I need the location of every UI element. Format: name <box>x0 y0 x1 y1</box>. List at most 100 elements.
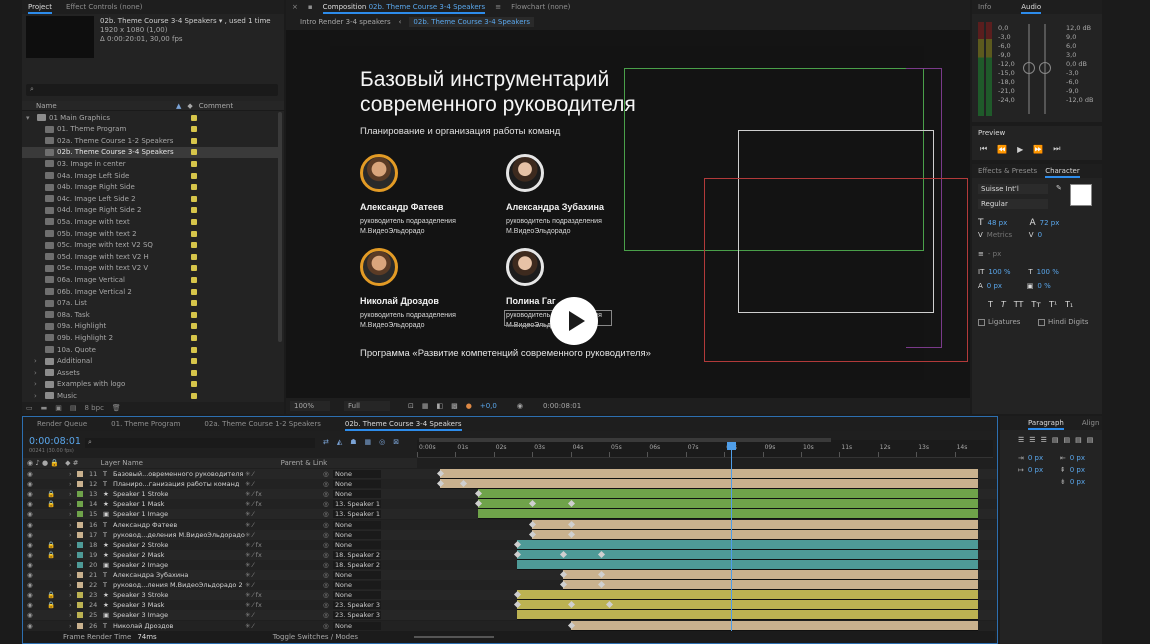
hindi-digits-option[interactable]: Hindi Digits <box>1038 318 1088 326</box>
layer-row[interactable]: ◉ 🔒 › 14 ★ Speaker 1 Mask ✳ ⁄ fx ◎ 13. Speaker 1 <box>23 499 997 510</box>
expand-arrow-icon[interactable]: › <box>69 611 77 619</box>
label-color-swatch[interactable] <box>77 572 83 578</box>
project-item[interactable]: 05a. Image with text <box>22 216 280 227</box>
label-color-swatch[interactable] <box>191 346 197 353</box>
layer-row[interactable]: ◉ 🔒 › 13 ★ Speaker 1 Stroke ✳ ⁄ fx ◎ None <box>23 489 997 500</box>
label-color-swatch[interactable] <box>77 491 83 498</box>
parent-select[interactable]: None <box>333 480 381 489</box>
label-color-swatch[interactable] <box>191 149 197 156</box>
parent-select[interactable]: None <box>333 571 381 579</box>
stroke-width-value[interactable]: - px <box>988 250 1001 258</box>
layer-row[interactable]: ◉ 🔒 › 23 ★ Speaker 3 Stroke ✳ ⁄ fx ◎ None <box>23 590 997 601</box>
volume-slider-right[interactable] <box>1039 24 1051 114</box>
layer-duration-bar[interactable] <box>478 509 978 520</box>
label-color-swatch[interactable] <box>191 160 197 167</box>
font-family-select[interactable]: Suisse Int'l <box>978 184 1048 194</box>
shy-icon[interactable]: ☗ <box>350 438 356 446</box>
project-item[interactable]: 04a. Image Left Side <box>22 170 280 181</box>
eyedropper-icon[interactable]: ✎ <box>1056 184 1062 192</box>
pickwhip-icon[interactable]: ◎ <box>323 490 333 498</box>
project-item[interactable]: 04d. Image Right Side 2 <box>22 205 280 216</box>
label-color-swatch[interactable] <box>191 207 197 214</box>
parent-select[interactable]: 23. Speaker 3 <box>333 611 381 620</box>
first-line-indent-value[interactable]: 0 px <box>1028 466 1056 474</box>
project-item[interactable]: ▾ 01 Main Graphics <box>22 112 280 123</box>
tab-theme-course-1-2[interactable]: 02a. Theme Course 1-2 Speakers <box>204 417 320 431</box>
label-color-swatch[interactable] <box>77 531 83 538</box>
visibility-eye-icon[interactable]: ◉ <box>27 591 37 599</box>
grid-icon[interactable]: ▦ <box>422 402 429 410</box>
lock-icon[interactable]: 🔒 <box>47 591 61 599</box>
pickwhip-icon[interactable]: ◎ <box>323 551 333 559</box>
layer-duration-bar[interactable] <box>478 489 978 500</box>
project-item[interactable]: 06b. Image Vertical 2 <box>22 286 280 297</box>
parent-select[interactable]: None <box>333 621 381 630</box>
project-item[interactable]: 09a. Highlight <box>22 321 280 332</box>
col-parent[interactable]: Parent & Link <box>281 459 328 467</box>
lock-icon[interactable]: 🔒 <box>47 490 61 498</box>
next-frame-icon[interactable]: ⏩ <box>1033 145 1043 154</box>
justify-left-icon[interactable]: ▤ <box>1052 436 1059 444</box>
frame-blend-icon[interactable]: ▦ <box>365 438 372 446</box>
label-color-swatch[interactable] <box>191 126 197 133</box>
visibility-eye-icon[interactable]: ◉ <box>27 510 37 518</box>
layer-switches[interactable]: ✳ ⁄ <box>245 510 323 518</box>
hindi-digits-checkbox[interactable] <box>1038 318 1045 326</box>
project-item[interactable]: 04c. Image Left Side 2 <box>22 193 280 204</box>
resolution-select[interactable]: Full <box>344 401 390 411</box>
expand-arrow-icon[interactable]: › <box>69 591 77 599</box>
zoom-select[interactable]: 100% <box>290 401 330 411</box>
work-area-bar[interactable] <box>419 438 831 442</box>
menu-icon[interactable]: ≡ <box>495 3 501 11</box>
expand-arrow-icon[interactable]: › <box>69 470 77 478</box>
parent-select[interactable]: None <box>333 490 381 499</box>
label-color-swatch[interactable] <box>191 358 197 365</box>
layer-switches[interactable]: ✳ ⁄ <box>245 480 323 488</box>
hscale-value[interactable]: 100 % <box>1037 268 1059 276</box>
layer-duration-bar[interactable] <box>532 519 978 530</box>
pickwhip-icon[interactable]: ◎ <box>323 521 333 529</box>
tab-flowchart[interactable]: Flowchart (none) <box>511 0 570 14</box>
lock-icon[interactable]: 🔒 <box>47 500 61 508</box>
exposure-value[interactable]: +0,0 <box>480 402 497 410</box>
project-item[interactable]: › Assets <box>22 367 280 378</box>
parent-select[interactable]: 18. Speaker 2 <box>333 560 381 569</box>
expand-arrow-icon[interactable]: › <box>69 551 77 559</box>
label-color-swatch[interactable] <box>191 242 197 249</box>
col-comment[interactable]: Comment <box>199 102 233 110</box>
visibility-eye-icon[interactable]: ◉ <box>27 611 37 619</box>
layer-row[interactable]: ◉ › 21 T Александра Зубахина ✳ ⁄ ◎ None <box>23 570 997 580</box>
visibility-eye-icon[interactable]: ◉ <box>27 622 37 630</box>
project-item[interactable]: 01. Theme Program <box>22 124 280 135</box>
label-color-swatch[interactable] <box>77 541 83 548</box>
layer-duration-bar[interactable] <box>516 549 978 560</box>
expand-arrow-icon[interactable]: › <box>34 380 42 388</box>
parent-select[interactable]: None <box>333 530 381 539</box>
layer-duration-bar[interactable] <box>516 559 978 570</box>
align-center-icon[interactable]: ☰ <box>1029 436 1035 444</box>
label-color-swatch[interactable] <box>191 311 197 318</box>
trash-icon[interactable]: 🗑 <box>112 404 121 412</box>
all-caps-button[interactable]: TT <box>1014 300 1024 309</box>
label-color-swatch[interactable] <box>191 184 197 191</box>
pickwhip-icon[interactable]: ◎ <box>323 480 333 488</box>
layer-row[interactable]: ◉ › 20 ▣ Speaker 2 Image ✳ ⁄ ◎ 18. Speaker 2 <box>23 559 997 570</box>
current-time[interactable]: 0:00:08:01 <box>29 436 81 447</box>
layer-switches[interactable]: ✳ ⁄ <box>245 611 323 619</box>
tsume-value[interactable]: 0 % <box>1037 282 1050 290</box>
visibility-eye-icon[interactable]: ◉ <box>27 470 37 478</box>
space-after-value[interactable]: 0 px <box>1070 478 1085 486</box>
layer-row[interactable]: ◉ › 25 ▣ Speaker 3 Image ✳ ⁄ ◎ 23. Speaker 3 <box>23 610 997 621</box>
parent-select[interactable]: None <box>333 520 381 529</box>
label-color-swatch[interactable] <box>191 288 197 295</box>
expand-arrow-icon[interactable]: ▾ <box>26 114 34 122</box>
label-color-swatch[interactable] <box>77 551 83 558</box>
region-icon[interactable]: ⊡ <box>408 402 414 410</box>
project-item[interactable]: 04b. Image Right Side <box>22 182 280 193</box>
visibility-eye-icon[interactable]: ◉ <box>27 601 37 609</box>
col-name[interactable]: Name <box>36 102 176 110</box>
visibility-eye-icon[interactable]: ◉ <box>27 581 37 589</box>
project-item[interactable]: 05e. Image with text V2 V <box>22 263 280 274</box>
layer-row[interactable]: ◉ › 22 Tруковод...ления М.ВидеоЭльдорадо 2 ✳… <box>23 580 997 591</box>
label-color-swatch[interactable] <box>191 276 197 283</box>
